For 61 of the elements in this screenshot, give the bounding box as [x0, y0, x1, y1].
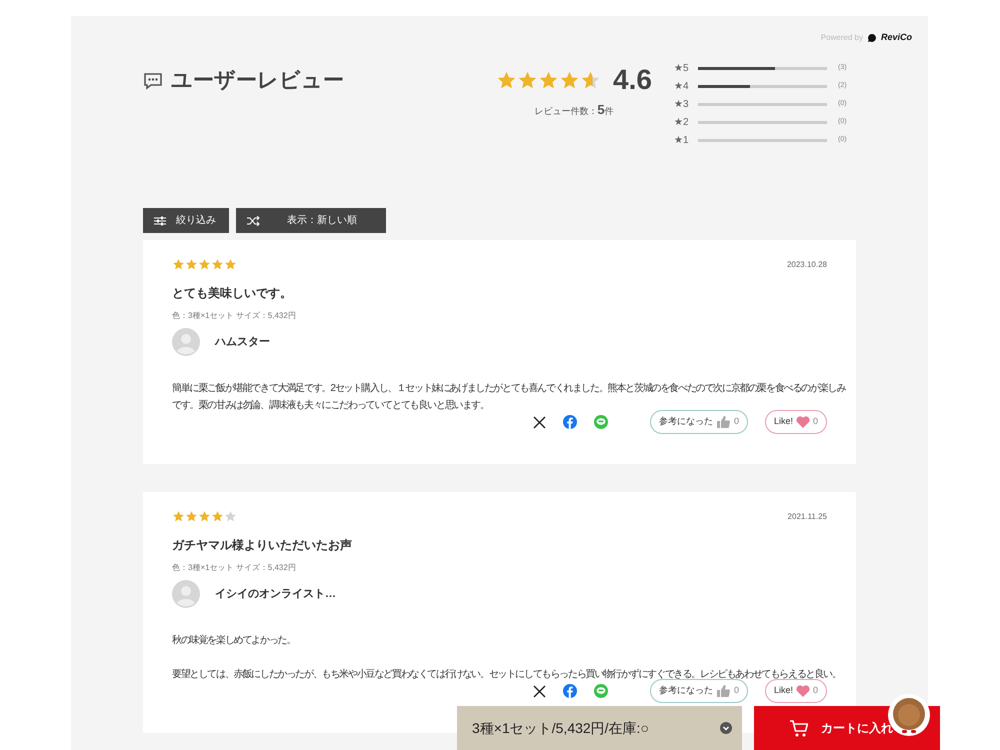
star-icon: [538, 70, 560, 90]
avatar-icon: [172, 580, 200, 608]
star-icon: [224, 510, 237, 523]
star-icon: [172, 258, 185, 271]
speech-bubble-icon: [866, 32, 877, 43]
star-icon: [198, 258, 211, 271]
x-share-icon[interactable]: [532, 684, 546, 698]
brand-logo: ReviCo: [880, 31, 912, 44]
rating-label: ★5: [674, 62, 690, 76]
review-text: 簡単に栗ご飯が堪能できて大満足です。2セット購入し、１セット妹にあげましたがとても喜んでくれました。熊本と茨城のを食べたので次に京都の栗を食べるのが楽しみです。栗の甘みは勿論、調味液も夫々にこだわっていてとても良いと思います。: [172, 382, 847, 413]
star-icon: [211, 258, 224, 271]
thumbs-up-icon: [716, 685, 730, 697]
cart-icon: [790, 720, 808, 736]
thumbs-up-icon: [716, 416, 730, 428]
heart-icon: [796, 416, 810, 428]
option-select[interactable]: 3種×1セット/5,432円/在庫:○: [457, 706, 742, 750]
helpful-button[interactable]: 参考になった 0: [650, 679, 748, 703]
powered-by-label: Powered by: [820, 32, 863, 44]
facebook-share-icon[interactable]: [562, 415, 577, 429]
heart-icon: [796, 685, 810, 697]
star-icon: [224, 258, 237, 271]
review-count: レビュー件数：5件: [534, 101, 614, 119]
review-title: ガチヤマル様よりいただいたお声: [172, 537, 353, 554]
star-icon: [517, 70, 538, 90]
like-button[interactable]: Like! 0: [764, 679, 827, 703]
star-icon: [211, 510, 224, 523]
chat-icon: [143, 71, 163, 91]
line-share-icon[interactable]: [594, 684, 608, 698]
shuffle-icon: [247, 216, 260, 226]
rating-label: ★4: [674, 80, 690, 94]
review-date: 2023.10.28: [786, 258, 827, 270]
review-title: とても美味しいです。: [172, 285, 293, 302]
average-score: 4.6: [613, 66, 652, 94]
sliders-icon: [154, 216, 166, 226]
variant-info: 色：3種×1セット サイズ：5,432円: [172, 310, 297, 322]
rating-label: ★1: [674, 134, 690, 148]
review-date: 2021.11.25: [788, 510, 827, 522]
facebook-share-icon[interactable]: [562, 684, 577, 698]
star-icon: [185, 258, 198, 271]
section-title: ユーザーレビュー: [171, 68, 344, 94]
chevron-down-icon: [720, 722, 732, 734]
review-text: 秋の味覚を楽しめてよかった。: [172, 634, 296, 648]
star-icon: [172, 510, 185, 523]
rating-label: ★3: [674, 98, 690, 112]
line-share-icon[interactable]: [594, 415, 608, 429]
rating-label: ★2: [674, 116, 690, 130]
variant-info: 色：3種×1セット サイズ：5,432円: [172, 562, 297, 574]
like-button[interactable]: Like! 0: [764, 410, 827, 434]
star-icon: [198, 510, 211, 523]
reviewer-name: イシイのオンライスト…: [215, 586, 336, 602]
review-text: 要望としては、赤飯にしたかったが、もち米や小豆など買わなくては行けない。セットにしてもらったら買い物行かずにすぐできる。レシピもあわせてもらえると良い。: [172, 668, 842, 682]
star-icon: [559, 70, 580, 90]
reviewer-name: ハムスター: [215, 334, 270, 350]
star-icon: [496, 70, 518, 90]
star-icon: [185, 510, 198, 523]
x-share-icon[interactable]: [532, 416, 546, 428]
avatar-icon: [172, 328, 200, 356]
sort-button[interactable]: 表示：新しい順: [236, 208, 386, 233]
star-icon: [580, 70, 602, 90]
helpful-button[interactable]: 参考になった 0: [650, 410, 748, 434]
filter-button[interactable]: 絞り込み: [143, 208, 229, 233]
